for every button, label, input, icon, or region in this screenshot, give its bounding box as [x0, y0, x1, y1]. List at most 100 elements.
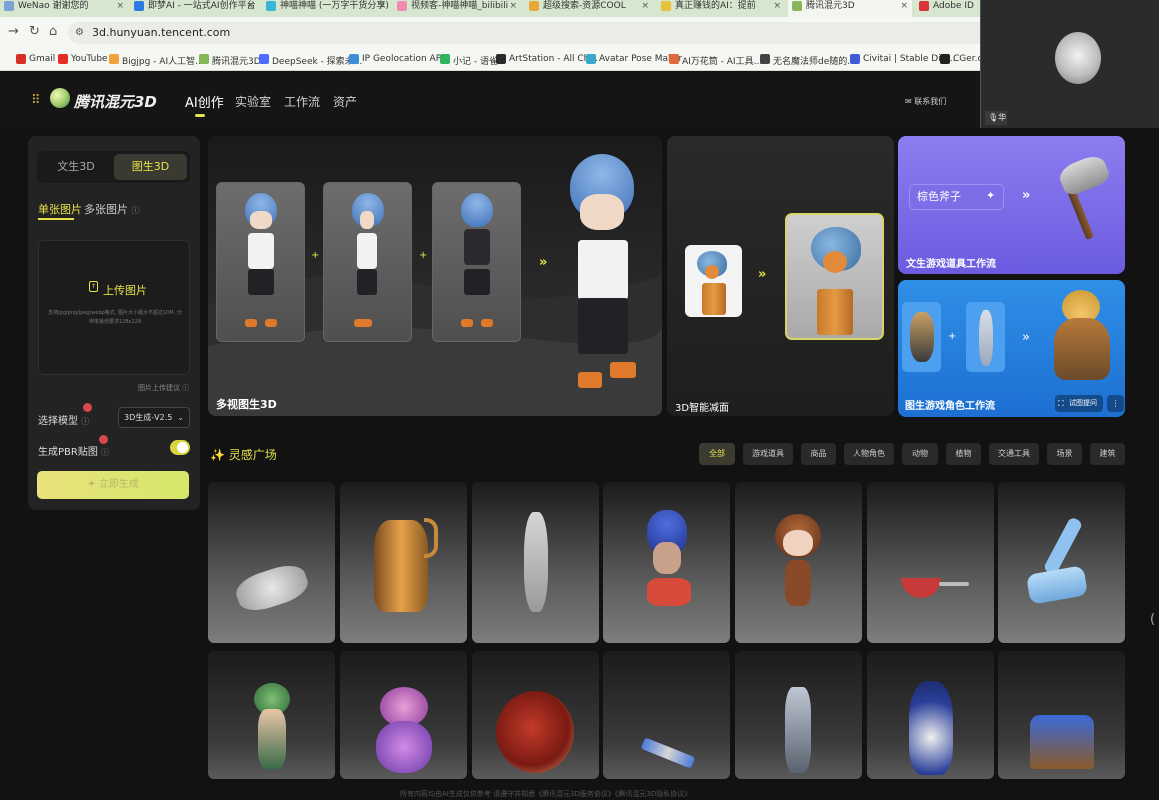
figure-shirt — [248, 233, 274, 269]
browser-tab[interactable]: 即梦AI - 一站式AI创作平台 × — [130, 0, 258, 17]
bookmark-item[interactable]: AI万花筒 - AI工具... — [669, 54, 762, 67]
webcam-name: 华 — [998, 113, 1007, 122]
nav-workflow[interactable]: 工作流 — [284, 93, 320, 110]
forward-arrow-icon[interactable]: → — [8, 24, 19, 39]
bookmark-item[interactable]: 小记 - 语雀 — [440, 54, 498, 67]
hand-sculpture — [232, 559, 312, 617]
bookmark-item[interactable]: YouTube — [58, 54, 108, 64]
upload-dropzone[interactable] — [38, 240, 190, 375]
info-icon[interactable]: ⓘ — [81, 417, 89, 426]
model-select[interactable]: 3D生成-V2.5 ⌄ — [118, 407, 190, 428]
tab-single-image[interactable]: 单张图片 — [38, 201, 82, 217]
browser-tab-active[interactable]: 腾讯混元3D × — [788, 0, 912, 17]
bookmark-item[interactable]: Avatar Pose Maker — [586, 54, 682, 64]
close-icon[interactable]: × — [773, 0, 781, 12]
tab-multi-label: 多张图片 — [84, 203, 128, 216]
bookmark-item[interactable]: DeepSeek - 探索未... — [259, 54, 362, 67]
gallery-card[interactable] — [735, 482, 862, 643]
gallery-card[interactable] — [208, 651, 335, 779]
filter-characters[interactable]: 人物角色 — [844, 443, 894, 465]
upload-label[interactable]: 上传图片 — [103, 282, 147, 298]
close-icon[interactable]: × — [246, 0, 254, 12]
gallery-card[interactable] — [867, 651, 994, 779]
new-badge-dot — [99, 435, 108, 444]
filter-game-props[interactable]: 游戏道具 — [743, 443, 793, 465]
tab-label: 真正赚钱的AI：提前 — [675, 1, 756, 11]
bookmark-item[interactable]: Bigjpg - AI人工智... — [109, 54, 204, 67]
filter-vehicles[interactable]: 交通工具 — [989, 443, 1039, 465]
gallery-card[interactable] — [735, 651, 862, 779]
filter-all[interactable]: 全部 — [699, 443, 735, 465]
gallery-card[interactable] — [998, 651, 1125, 779]
bookmark-item[interactable]: Gmail — [16, 54, 55, 64]
close-icon[interactable]: × — [900, 0, 908, 12]
more-icon[interactable]: ⋮ — [1107, 395, 1124, 412]
nav-lab[interactable]: 实验室 — [235, 93, 271, 110]
browser-tab[interactable]: WeNao 谢谢您的 × — [0, 0, 128, 17]
figure-shorts — [357, 269, 377, 295]
browser-tab[interactable]: 视频客-神喵神喵_bilibili × — [393, 0, 521, 17]
bookmark-favicon-icon — [199, 54, 209, 64]
figure-face — [250, 211, 272, 229]
brand-name[interactable]: 腾讯混元3D — [74, 91, 157, 112]
filter-products[interactable]: 商品 — [801, 443, 836, 465]
gallery-card[interactable] — [603, 651, 730, 779]
close-icon[interactable]: × — [116, 0, 124, 12]
url-input[interactable]: ⚙ 3d.hunyuan.tencent.com — [68, 22, 1098, 44]
bookmark-item[interactable]: 无名魔法师de随的... — [760, 54, 856, 67]
model-select-value: 3D生成-V2.5 — [124, 413, 173, 422]
banner-smart-reduce-title: 3D智能减面 — [675, 403, 730, 414]
upload-advice-label: 图片上传建议 — [138, 384, 180, 392]
pbr-toggle[interactable] — [170, 440, 190, 455]
tab-multi-image[interactable]: 多张图片 ⓘ — [84, 201, 140, 217]
filter-animals[interactable]: 动物 — [902, 443, 938, 465]
bookmark-item[interactable]: ArtStation - All Ch... — [496, 54, 598, 64]
browser-tab[interactable]: 真正赚钱的AI：提前 × — [657, 0, 785, 17]
info-icon[interactable]: ⓘ — [101, 448, 109, 457]
bookmark-item[interactable]: IP Geolocation AP... — [349, 54, 448, 64]
bookmark-label: 无名魔法师de随的... — [773, 57, 856, 67]
generate-button[interactable]: ✦ 立即生成 — [37, 471, 189, 499]
try-label: 试图提问 — [1069, 399, 1097, 407]
bookmark-label: 腾讯混元3D — [212, 57, 261, 67]
close-icon[interactable]: × — [509, 0, 517, 12]
scroll-hint-icon: ( — [1150, 612, 1156, 627]
figure-shoe — [245, 319, 257, 327]
gallery-card[interactable] — [603, 482, 730, 643]
gallery-card[interactable] — [867, 482, 994, 643]
close-icon[interactable]: × — [378, 0, 386, 12]
mode-text-to-3d[interactable]: 文生3D — [40, 154, 112, 180]
bookmark-item[interactable]: 腾讯混元3D — [199, 54, 261, 67]
contact-us-link[interactable]: ✉ 联系我们 — [905, 96, 946, 107]
gallery-card[interactable] — [472, 482, 599, 643]
browser-tab[interactable]: 神喵神喵 (一万字干货分享) × — [262, 0, 390, 17]
try-button[interactable]: ⛶ 试图提问 — [1055, 395, 1103, 412]
tab-label: 超级搜索-资源COOL — [543, 1, 626, 11]
reload-icon[interactable]: ↻ — [29, 24, 40, 39]
bust-shirt — [647, 578, 691, 606]
close-icon[interactable]: × — [641, 0, 649, 12]
browser-tab[interactable]: Adobe ID — [915, 0, 979, 17]
mode-image-to-3d[interactable]: 图生3D — [114, 154, 187, 180]
generate-label: 立即生成 — [98, 479, 139, 490]
info-icon[interactable]: ⓘ — [132, 206, 140, 215]
filter-plants[interactable]: 植物 — [946, 443, 981, 465]
filter-buildings[interactable]: 建筑 — [1090, 443, 1125, 465]
gallery-card[interactable] — [472, 651, 599, 779]
gallery-card[interactable] — [340, 651, 467, 779]
apps-grid-icon[interactable]: ⠿ — [31, 93, 40, 108]
home-icon[interactable]: ⌂ — [49, 24, 57, 39]
gallery-card[interactable] — [998, 482, 1125, 643]
filter-scenes[interactable]: 场景 — [1047, 443, 1082, 465]
gallery-card[interactable] — [340, 482, 467, 643]
bookmark-favicon-icon — [669, 54, 679, 64]
browser-tab[interactable]: 超级搜索-资源COOL × — [525, 0, 653, 17]
figure-shoe — [461, 319, 473, 327]
figure-face — [580, 194, 624, 230]
gallery-card[interactable] — [208, 482, 335, 643]
nav-ai-create[interactable]: AI创作 — [185, 92, 224, 111]
site-settings-icon[interactable]: ⚙ — [75, 27, 87, 39]
upload-advice-link[interactable]: 图片上传建议 ⓘ — [138, 383, 189, 393]
bookmark-favicon-icon — [109, 54, 119, 64]
nav-assets[interactable]: 资产 — [333, 93, 357, 110]
